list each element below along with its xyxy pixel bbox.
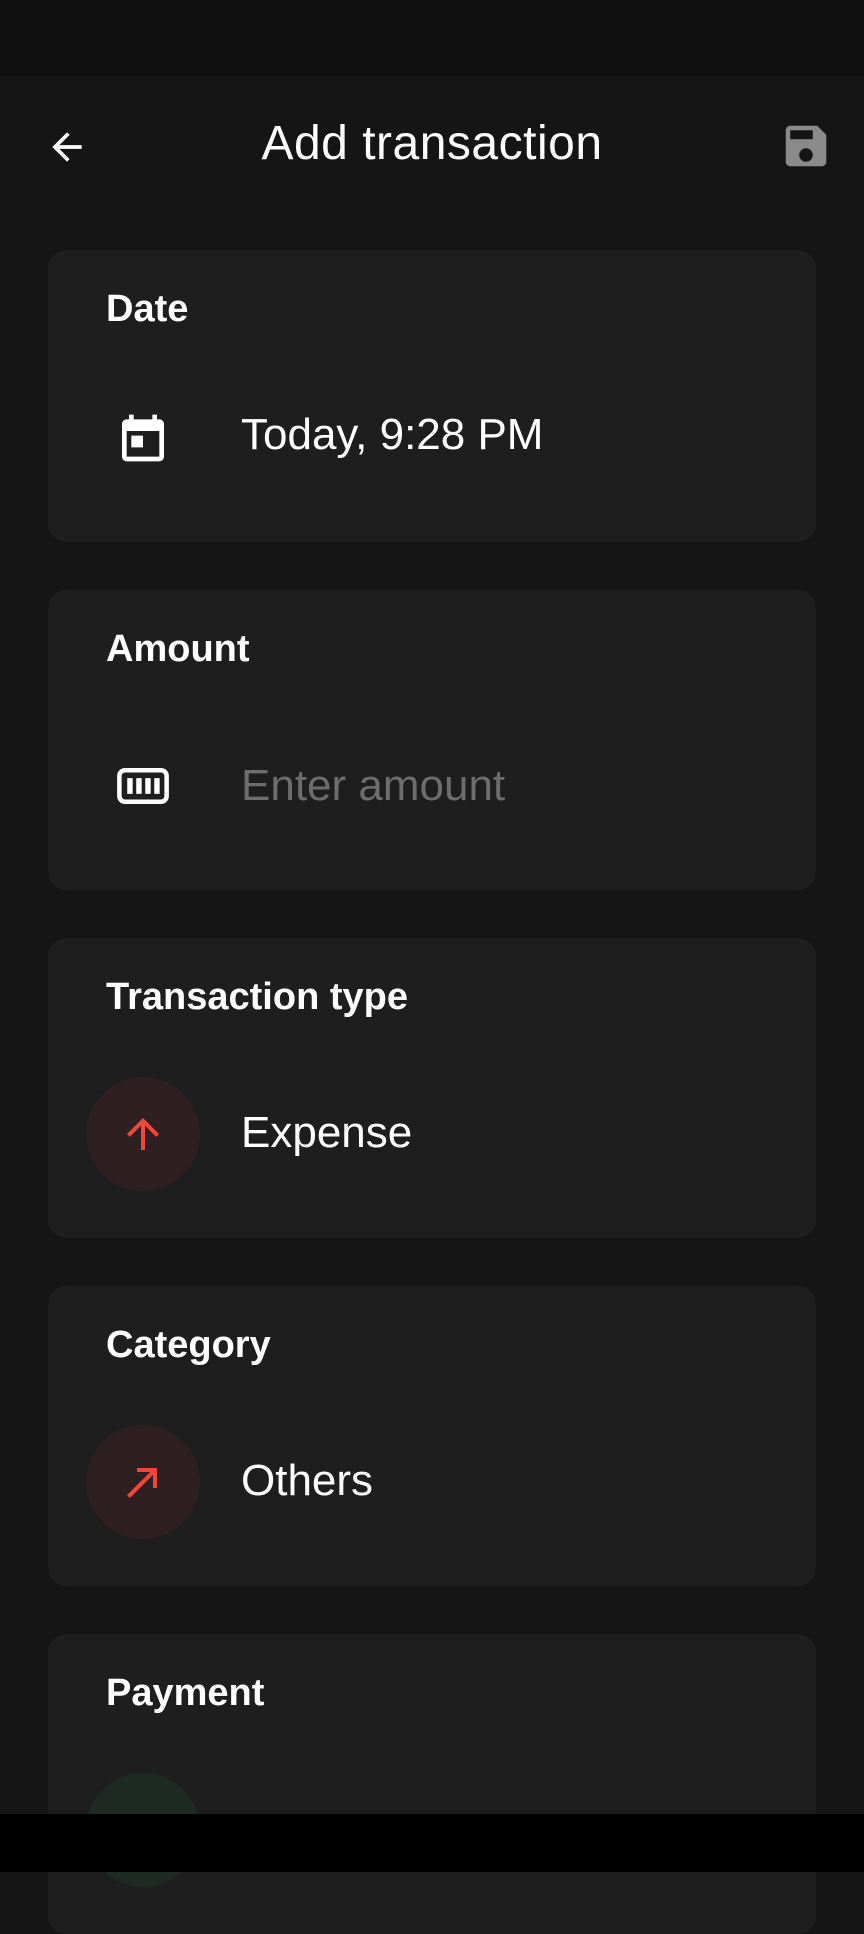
cash-icon <box>117 768 169 804</box>
amount-card: Amount <box>48 590 816 890</box>
transaction-type-value[interactable]: Expense <box>241 1108 412 1158</box>
transaction-type-label: Transaction type <box>106 976 408 1018</box>
calendar-icon <box>122 414 164 462</box>
date-icon-wrap <box>86 381 200 495</box>
payment-card: Payment <box>48 1634 816 1934</box>
payment-label: Payment <box>106 1672 265 1714</box>
save-floppy-icon <box>785 125 827 167</box>
page-title: Add transaction <box>261 117 603 170</box>
transaction-type-icon-wrap[interactable] <box>86 1077 200 1191</box>
system-navigation-bar <box>0 1814 864 1872</box>
date-value[interactable]: Today, 9:28 PM <box>241 410 543 460</box>
app-bar: Add transaction <box>0 76 864 212</box>
category-card: Category Others <box>48 1286 816 1586</box>
date-label: Date <box>106 288 189 330</box>
arrow-up-icon <box>127 1118 159 1150</box>
date-card: Date Today, 9:28 PM <box>48 250 816 542</box>
amount-input[interactable] <box>241 754 761 818</box>
transaction-type-card: Transaction type Expense <box>48 938 816 1238</box>
status-bar <box>0 0 864 76</box>
amount-icon-wrap <box>86 729 200 843</box>
category-label: Category <box>106 1324 271 1366</box>
save-button[interactable] <box>776 116 836 176</box>
category-icon-wrap[interactable] <box>86 1425 200 1539</box>
category-value[interactable]: Others <box>241 1456 373 1506</box>
arrow-up-right-icon <box>127 1468 157 1498</box>
amount-label: Amount <box>106 628 250 670</box>
